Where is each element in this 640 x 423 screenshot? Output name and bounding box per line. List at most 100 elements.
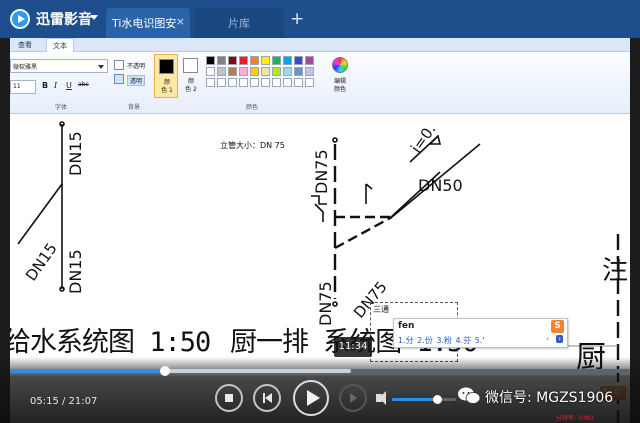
- resolution-status: 分辨率: 1080: [556, 415, 594, 422]
- palette-swatch: [294, 56, 303, 65]
- wechat-icon: [458, 387, 480, 404]
- palette-swatch: [261, 67, 270, 76]
- palette-swatch: [206, 67, 215, 76]
- ribbon-tab-view: 查看: [18, 41, 32, 49]
- palette-swatch: [228, 78, 237, 87]
- ribbon-tab-text: 文本: [46, 38, 74, 52]
- palette-swatch: [283, 78, 292, 87]
- palette-swatch: [250, 56, 259, 65]
- palette-swatch: [261, 56, 270, 65]
- paint-ribbon: 微软雅黑 11 B I U abc 字体 不透明 透明 背景 颜 色 1 颜 色…: [10, 52, 630, 114]
- color1-label: 颜 色 1: [161, 79, 173, 94]
- tab-library[interactable]: 片库: [194, 8, 284, 38]
- new-tab-button[interactable]: +: [290, 9, 304, 29]
- ime-candidate-list: 1.分 2.份 3.粉 4.芬 5.': [398, 336, 485, 345]
- palette-swatch: [228, 56, 237, 65]
- volume-icon[interactable]: [376, 391, 386, 405]
- palette-swatch: [239, 56, 248, 65]
- color1-swatch: [159, 59, 174, 74]
- palette-swatch: [261, 78, 270, 87]
- strikethrough-button: abc: [78, 81, 89, 88]
- ime-candidate-window: fen S 1.分 2.份 3.粉 4.芬 5.' ‹ ›: [393, 318, 568, 348]
- ribbon-tabs: 查看 文本: [10, 38, 630, 52]
- underline-button: U: [66, 81, 72, 90]
- palette-swatch: [206, 56, 215, 65]
- xunlei-logo-icon[interactable]: [10, 9, 30, 29]
- palette-swatch: [283, 67, 292, 76]
- edit-colors-label: 编辑 颜色: [333, 78, 346, 93]
- chevron-down-icon[interactable]: [90, 15, 98, 20]
- color2-label: 颜 色 2: [185, 78, 197, 93]
- palette-swatch: [305, 56, 314, 65]
- dn50-label: DN50: [418, 176, 463, 195]
- color2-selector: 颜 色 2: [180, 54, 202, 98]
- stop-button[interactable]: [215, 384, 243, 412]
- ime-input-text: fen: [398, 321, 415, 331]
- title-bar: 迅雷影音 Ti水电识图安 × 片库 +: [0, 0, 640, 38]
- progress-handle[interactable]: [160, 366, 170, 376]
- dn75-label: DN75: [312, 149, 331, 194]
- progress-played: [10, 369, 165, 373]
- close-icon[interactable]: ×: [176, 15, 185, 28]
- transparent-icon: [114, 74, 124, 84]
- palette-swatch: [305, 67, 314, 76]
- chevron-left-icon: ‹: [546, 335, 549, 343]
- text-box-content: 三通: [373, 305, 389, 314]
- palette-swatch: [228, 67, 237, 76]
- palette-swatch: [217, 56, 226, 65]
- bold-button: B: [42, 81, 49, 90]
- watermark-text: 微信号: MGZS1906: [485, 390, 614, 406]
- sougou-logo-icon: S: [551, 320, 564, 333]
- drawing-char: 注: [602, 256, 629, 286]
- drawing-title-water-supply: 给水系统图 1:50: [10, 327, 211, 358]
- tab-label: 片库: [228, 17, 250, 30]
- tab-current-video[interactable]: Ti水电识图安 ×: [106, 8, 190, 38]
- chevron-right-icon: ›: [556, 335, 563, 343]
- palette-swatch: [294, 78, 303, 87]
- font-family-box: 微软雅黑: [10, 59, 108, 73]
- palette-swatch: [217, 78, 226, 87]
- color2-swatch: [183, 58, 198, 73]
- progress-bar[interactable]: [10, 366, 630, 376]
- volume-handle[interactable]: [432, 395, 442, 404]
- tab-label: Ti水电识图安: [112, 17, 177, 30]
- volume-slider[interactable]: [392, 395, 456, 404]
- palette-swatch: [250, 78, 259, 87]
- pipe-size-label: 立管大小：DN 75: [220, 141, 285, 150]
- color1-selector: 颜 色 1: [154, 54, 178, 98]
- palette-swatch: [294, 67, 303, 76]
- volume-fill: [392, 398, 437, 401]
- group-label-font: 字体: [55, 104, 68, 111]
- progress-hover: [165, 369, 351, 373]
- palette-swatch: [239, 67, 248, 76]
- previous-button[interactable]: [253, 384, 281, 412]
- app-name[interactable]: 迅雷影音: [36, 9, 92, 29]
- palette-swatch: [272, 67, 281, 76]
- edit-colors-button: 编辑 颜色: [328, 54, 352, 98]
- font-size-box: 11: [10, 80, 36, 94]
- next-button[interactable]: [339, 384, 367, 412]
- palette-swatch: [283, 56, 292, 65]
- palette-swatch: [217, 67, 226, 76]
- transparent-label: 透明: [127, 75, 146, 86]
- chevron-down-icon: [98, 65, 104, 69]
- palette-swatch: [206, 78, 215, 87]
- group-label-background: 背景: [128, 104, 141, 111]
- play-button[interactable]: [293, 380, 329, 416]
- palette-swatch: [239, 78, 248, 87]
- font-size-value: 11: [13, 83, 21, 90]
- font-family-value: 微软雅黑: [13, 64, 38, 71]
- palette-swatch: [305, 78, 314, 87]
- video-area[interactable]: 查看 文本 微软雅黑 11 B I U abc 字体 不透明 透明 背景 颜 色…: [0, 38, 640, 423]
- group-label-color: 颜色: [246, 104, 259, 111]
- palette-swatch: [272, 78, 281, 87]
- seek-time-tooltip: 11:34: [334, 337, 372, 357]
- opaque-icon: [114, 60, 124, 70]
- playback-time: 05:15 / 21:07: [30, 396, 98, 407]
- color-wheel-icon: [332, 57, 348, 73]
- opaque-label: 不透明: [127, 63, 146, 70]
- dn15-label: DN15: [66, 131, 85, 176]
- palette-swatch: [250, 67, 259, 76]
- palette-swatch: [272, 56, 281, 65]
- italic-button: I: [54, 81, 58, 90]
